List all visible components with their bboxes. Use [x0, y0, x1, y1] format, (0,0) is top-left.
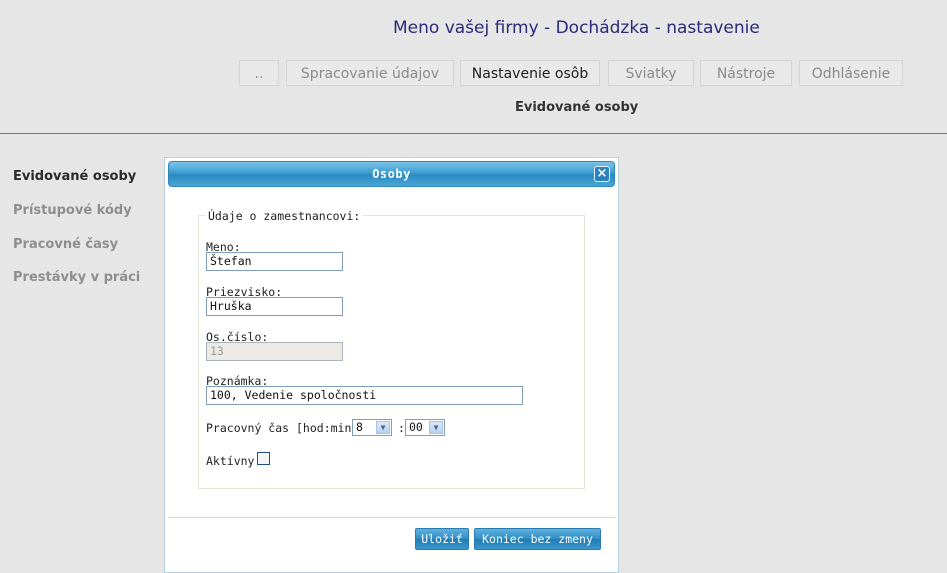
priezvisko-input[interactable]: Hruška [206, 297, 343, 316]
sidebar-item-pristupove-kody[interactable]: Prístupové kódy [13, 203, 132, 218]
dialog-titlebar[interactable]: Osoby × [168, 161, 615, 187]
hours-value: 8 [356, 420, 363, 434]
sidebar-item-prestavky-v-praci[interactable]: Prestávky v práci [13, 270, 140, 285]
hours-select[interactable]: 8 ▼ [352, 419, 392, 436]
person-dialog: Osoby × Údaje o zamestnancovi: Meno: Šte… [164, 157, 619, 573]
tab-nastavenie-osob[interactable]: Nastavenie osôb [460, 60, 600, 86]
oscislo-input: 13 [206, 342, 343, 361]
save-button[interactable]: Uložiť [415, 528, 469, 550]
chevron-down-icon[interactable]: ▼ [376, 421, 390, 434]
aktivny-label: Aktívny [206, 454, 255, 468]
minutes-value: 00 [409, 420, 423, 434]
cancel-button[interactable]: Koniec bez zmeny [474, 528, 601, 550]
header-divider [0, 133, 947, 134]
sidebar-item-evidovane-osoby[interactable]: Evidované osoby [13, 169, 136, 184]
time-separator: : [398, 421, 405, 435]
minutes-select[interactable]: 00 ▼ [405, 419, 445, 436]
close-icon[interactable]: × [594, 166, 610, 182]
fieldset-legend: Údaje o zamestnancovi: [205, 209, 364, 223]
aktivny-checkbox[interactable] [257, 452, 270, 465]
poznamka-input[interactable]: 100, Vedenie spoločnosti [206, 386, 523, 405]
page-title: Meno vašej firmy - Dochádzka - nastaveni… [393, 18, 760, 38]
tab-spracovanie-udajov[interactable]: Spracovanie údajov [286, 60, 454, 86]
meno-input[interactable]: Štefan [206, 252, 343, 271]
tab-sviatky[interactable]: Sviatky [608, 60, 694, 86]
tab-nastroje[interactable]: Nástroje [700, 60, 792, 86]
pracovny-cas-label: Pracovný čas [hod:min]: [206, 421, 366, 435]
tab-odhlasenie[interactable]: Odhlásenie [799, 60, 903, 86]
section-subtitle: Evidované osoby [515, 100, 639, 115]
chevron-down-icon[interactable]: ▼ [429, 421, 443, 434]
dialog-footer-divider [168, 517, 615, 518]
sidebar-item-pracovne-casy[interactable]: Pracovné časy [13, 237, 118, 252]
dialog-title: Osoby [372, 167, 411, 181]
tab-up[interactable]: .. [239, 60, 279, 86]
